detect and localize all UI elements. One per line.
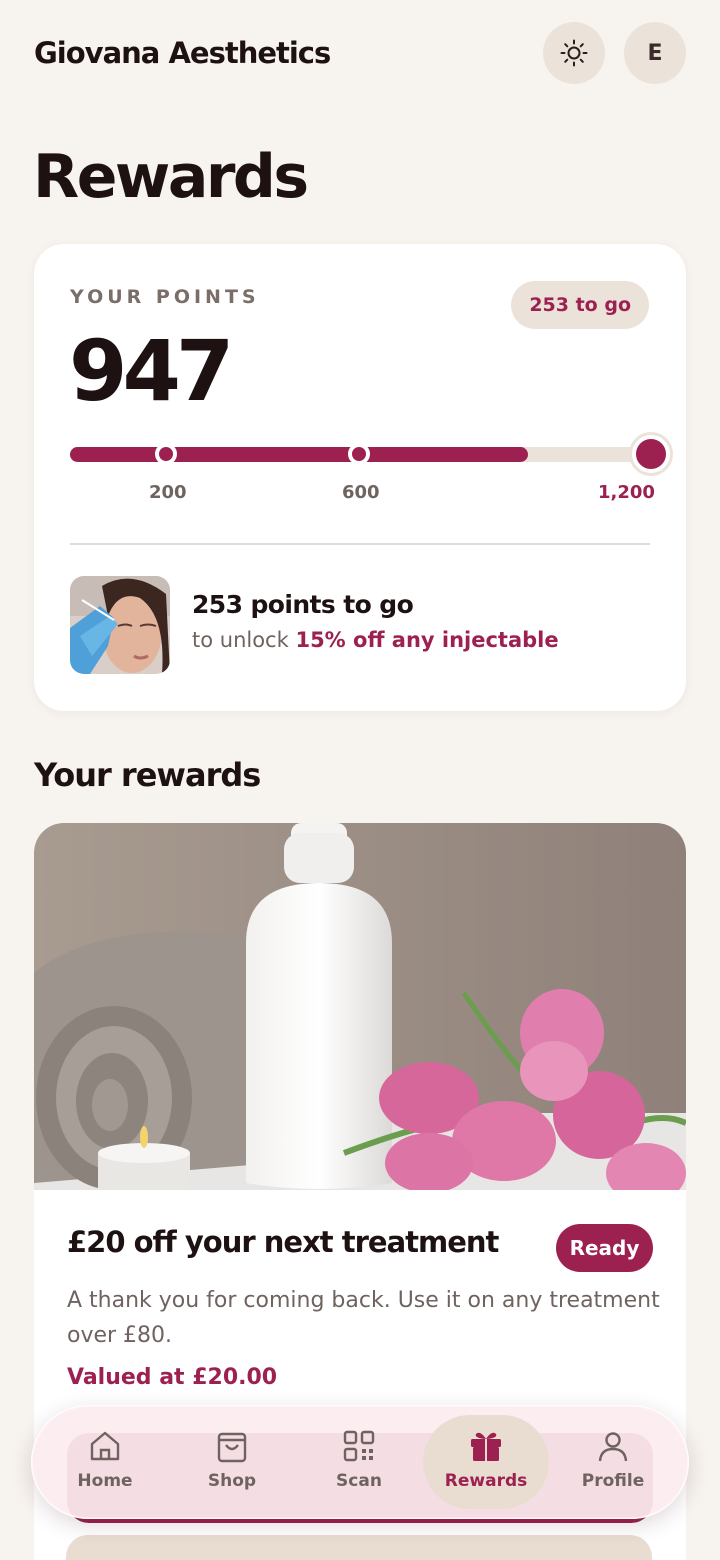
milestone-marker-1200 xyxy=(632,435,670,473)
theme-toggle-button[interactable] xyxy=(543,22,605,84)
points-card: YOUR POINTS 253 to go 947 200 600 1,200 … xyxy=(34,244,686,711)
reward-title: £20 off your next treatment xyxy=(67,1225,499,1259)
nav-item-home[interactable]: Home xyxy=(42,1415,168,1509)
card-divider xyxy=(70,543,650,545)
user-icon xyxy=(598,1432,628,1462)
milestone-label-1200: 1,200 xyxy=(598,482,655,503)
nav-item-shop[interactable]: Shop xyxy=(169,1415,295,1509)
qr-code-icon xyxy=(343,1430,375,1462)
nav-item-scan[interactable]: Scan xyxy=(296,1415,422,1509)
nav-item-profile[interactable]: Profile xyxy=(550,1415,676,1509)
home-icon xyxy=(90,1431,120,1461)
brand-name: Giovana Aesthetics xyxy=(34,36,331,70)
milestone-label-600: 600 xyxy=(342,482,380,503)
unlock-reward-highlight: 15% off any injectable xyxy=(295,628,559,652)
reward-value: Valued at £20.00 xyxy=(67,1365,278,1390)
milestone-marker-200 xyxy=(155,443,177,465)
secondary-action-button[interactable] xyxy=(66,1535,652,1560)
shopping-bag-icon xyxy=(217,1432,247,1463)
nav-label-home: Home xyxy=(77,1471,133,1491)
app-header: Giovana Aesthetics E xyxy=(0,0,720,108)
points-value: 947 xyxy=(69,322,234,420)
injectable-treatment-image xyxy=(70,576,170,674)
your-rewards-heading: Your rewards xyxy=(34,756,261,794)
unlock-prefix: to unlock xyxy=(192,628,296,652)
points-label: YOUR POINTS xyxy=(70,286,260,308)
unlock-title: 253 points to go xyxy=(192,590,414,619)
nav-label-shop: Shop xyxy=(207,1471,257,1491)
reward-status-badge: Ready xyxy=(556,1224,653,1272)
milestone-label-200: 200 xyxy=(149,482,187,503)
gift-icon xyxy=(471,1432,501,1461)
page-title: Rewards xyxy=(33,142,309,212)
points-progress-fill xyxy=(70,447,529,462)
unlock-subtitle: to unlock 15% off any injectable xyxy=(192,628,559,652)
milestone-marker-600 xyxy=(348,443,370,465)
nav-item-rewards[interactable]: Rewards xyxy=(423,1415,549,1509)
nav-label-profile: Profile xyxy=(581,1471,645,1491)
points-to-go-badge: 253 to go xyxy=(511,281,649,329)
nav-label-rewards: Rewards xyxy=(444,1471,528,1491)
reward-description: A thank you for coming back. Use it on a… xyxy=(67,1288,660,1348)
nav-label-scan: Scan xyxy=(336,1471,382,1491)
avatar-button[interactable]: E xyxy=(624,22,686,84)
spa-reward-image xyxy=(34,823,686,1203)
bottom-nav: Home Shop Scan Rewards Profile xyxy=(31,1405,689,1519)
sun-icon xyxy=(560,39,588,67)
